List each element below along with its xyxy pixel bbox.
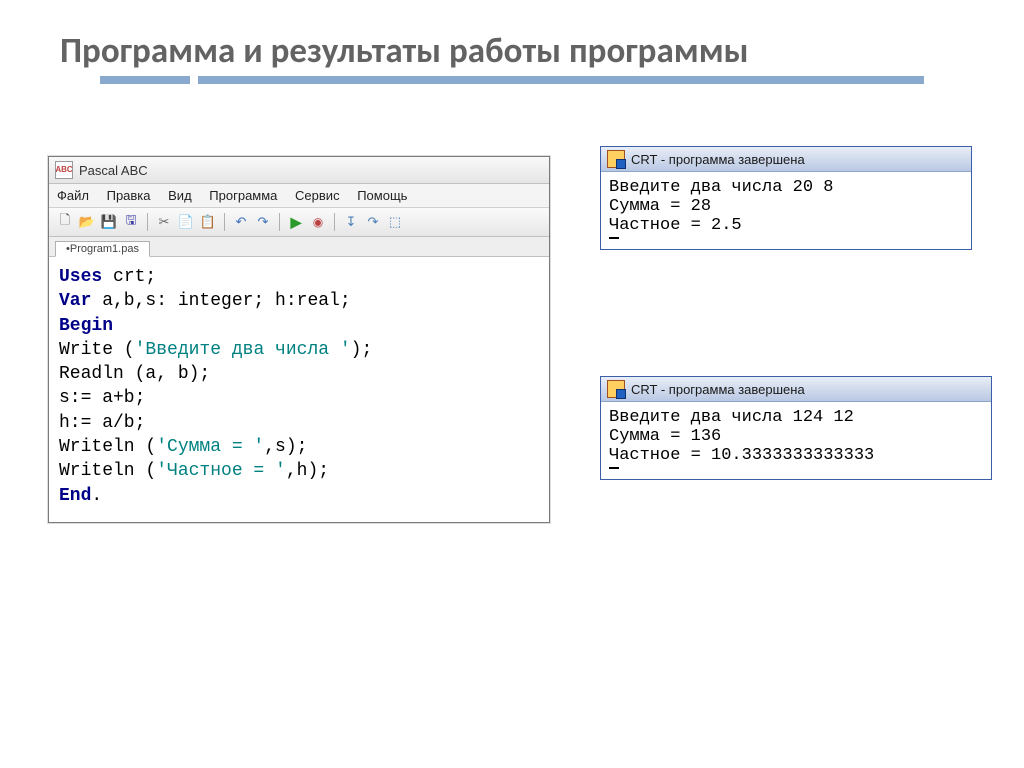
code-line: s:= a+b; [59, 386, 539, 410]
step-over-icon[interactable]: ↷ [363, 212, 383, 232]
crt-title: CRT - программа завершена [631, 152, 805, 167]
slide: Программа и результаты работы программы … [0, 0, 1024, 768]
save-all-icon[interactable]: 🖫 [121, 212, 141, 232]
menu-file[interactable]: Файл [57, 188, 89, 203]
step-into-icon[interactable]: ↧ [341, 212, 361, 232]
menu-help[interactable]: Помощь [357, 188, 407, 203]
text-cursor [609, 467, 619, 469]
cut-icon[interactable]: ✂ [154, 212, 174, 232]
stop-icon[interactable]: ◉ [308, 212, 328, 232]
copy-icon[interactable]: 📄 [176, 212, 196, 232]
toolbar-separator [224, 213, 225, 231]
divider [60, 76, 964, 84]
code-line: Begin [59, 314, 539, 338]
slide-title: Программа и результаты работы программы [60, 30, 964, 72]
crt-title: CRT - программа завершена [631, 382, 805, 397]
output-line: Введите два числа 124 12 [609, 408, 854, 427]
crt-window-2: CRT - программа завершена Введите два чи… [600, 376, 992, 480]
menu-bar: Файл Правка Вид Программа Сервис Помощь [49, 184, 549, 208]
run-icon[interactable]: ▶ [286, 212, 306, 232]
output-line: Сумма = 136 [609, 427, 721, 446]
output-line: Частное = 2.5 [609, 216, 742, 235]
undo-icon[interactable]: ↶ [231, 212, 251, 232]
save-icon[interactable]: 💾 [99, 212, 119, 232]
redo-icon[interactable]: ↷ [253, 212, 273, 232]
title-block: Программа и результаты работы программы [0, 0, 1024, 96]
file-tab-bar: •Program1.pas [49, 237, 549, 257]
code-line: h:= a/b; [59, 411, 539, 435]
open-file-icon[interactable]: 📂 [77, 212, 97, 232]
toolbar-separator [334, 213, 335, 231]
app-icon: ABC [55, 161, 73, 179]
code-editor[interactable]: Uses crt; Var a,b,s: integer; h:real; Be… [49, 257, 549, 522]
code-line: Uses crt; [59, 265, 539, 289]
menu-service[interactable]: Сервис [295, 188, 340, 203]
crt-icon [607, 150, 625, 168]
menu-program[interactable]: Программа [209, 188, 277, 203]
breakpoint-icon[interactable]: ⬚ [385, 212, 405, 232]
paste-icon[interactable]: 📋 [198, 212, 218, 232]
toolbar: 🗋 📂 💾 🖫 ✂ 📄 📋 ↶ ↷ ▶ ◉ ↧ ↷ ⬚ [49, 208, 549, 237]
code-line: Write ('Введите два числа '); [59, 338, 539, 362]
toolbar-separator [147, 213, 148, 231]
code-line: Writeln ('Сумма = ',s); [59, 435, 539, 459]
menu-view[interactable]: Вид [168, 188, 192, 203]
ide-title: Pascal ABC [79, 163, 148, 178]
crt-window-1: CRT - программа завершена Введите два чи… [600, 146, 972, 250]
code-line: Writeln ('Частное = ',h); [59, 459, 539, 483]
crt-icon [607, 380, 625, 398]
output-line: Введите два числа 20 8 [609, 178, 833, 197]
ide-titlebar: ABC Pascal ABC [49, 157, 549, 184]
crt-output: Введите два числа 20 8 Сумма = 28 Частно… [601, 172, 971, 249]
code-line: End. [59, 484, 539, 508]
crt-titlebar: CRT - программа завершена [601, 377, 991, 402]
code-line: Readln (a, b); [59, 362, 539, 386]
text-cursor [609, 237, 619, 239]
new-file-icon[interactable]: 🗋 [55, 212, 75, 232]
ide-window: ABC Pascal ABC Файл Правка Вид Программа… [48, 156, 550, 523]
output-line: Частное = 10.3333333333333 [609, 446, 874, 465]
crt-output: Введите два числа 124 12 Сумма = 136 Час… [601, 402, 991, 479]
file-tab[interactable]: •Program1.pas [55, 241, 150, 257]
crt-titlebar: CRT - программа завершена [601, 147, 971, 172]
output-line: Сумма = 28 [609, 197, 711, 216]
code-line: Var a,b,s: integer; h:real; [59, 289, 539, 313]
toolbar-separator [279, 213, 280, 231]
menu-edit[interactable]: Правка [107, 188, 151, 203]
